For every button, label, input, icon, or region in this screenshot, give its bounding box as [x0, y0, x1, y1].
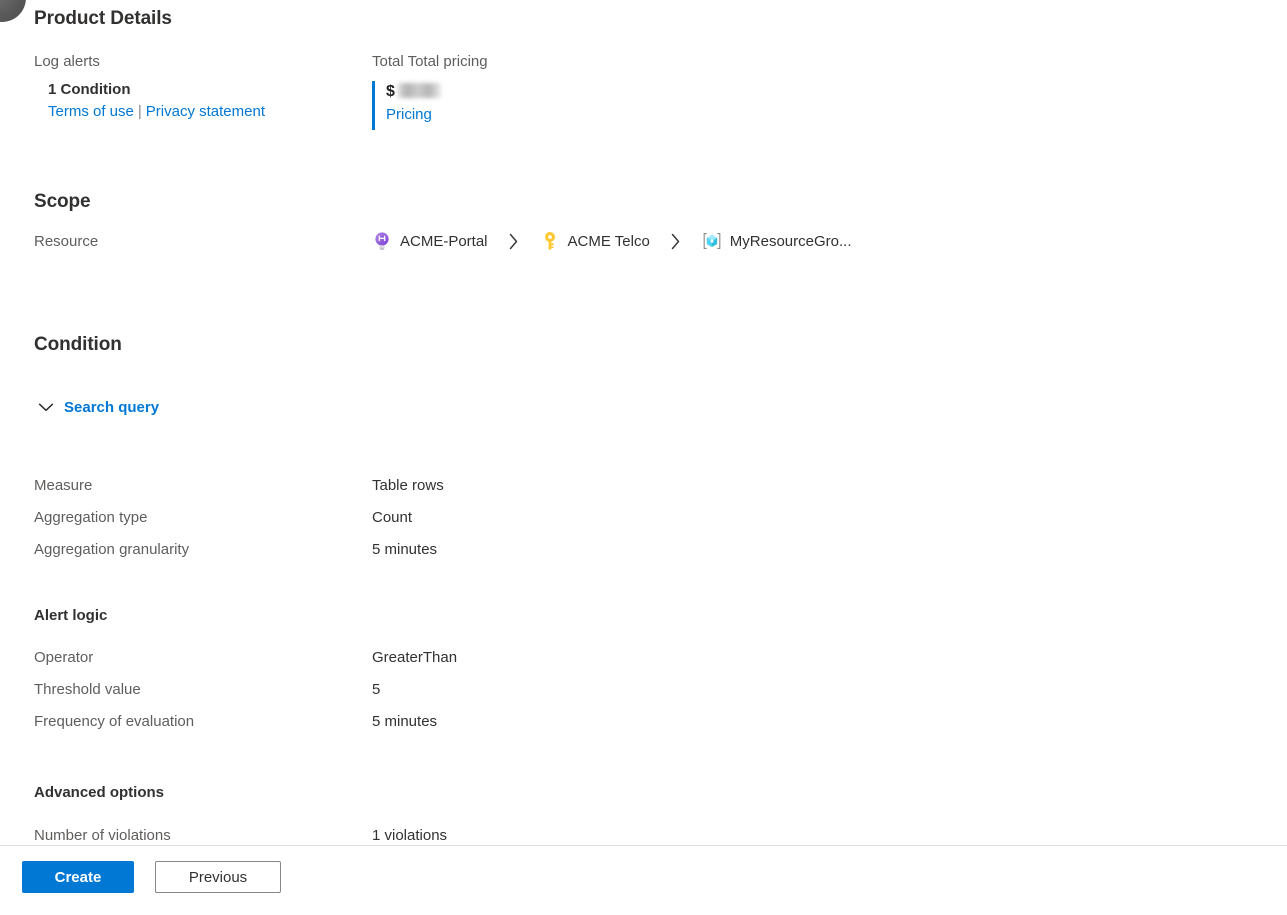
directory-icon	[372, 230, 392, 252]
pricing-callout: $ Pricing	[372, 81, 441, 131]
breadcrumb-label: ACME Telco	[567, 232, 650, 250]
detail-row: Threshold value 5	[34, 674, 1253, 706]
chevron-right-icon	[488, 232, 540, 251]
total-pricing-label: Total Total pricing	[372, 53, 488, 70]
product-details-heading: Product Details	[34, 8, 172, 29]
condition-count-value: 1 Condition	[48, 81, 131, 99]
detail-value: Count	[372, 509, 413, 526]
key-icon	[540, 230, 560, 252]
breadcrumb-item-resource-group[interactable]: MyResourceGro...	[702, 230, 852, 252]
chevron-right-icon	[650, 232, 702, 251]
wizard-footer: Create Previous	[0, 845, 1287, 915]
detail-value: 1 violations	[372, 827, 448, 844]
detail-key: Aggregation granularity	[34, 541, 190, 558]
detail-key: Threshold value	[34, 681, 141, 698]
product-details-right-column: Total Total pricing $ Pricing	[372, 52, 712, 131]
scope-heading: Scope	[34, 191, 91, 212]
detail-value: 5 minutes	[372, 541, 438, 558]
terms-of-use-link[interactable]: Terms of use	[48, 103, 134, 120]
advanced-options-heading: Advanced options	[34, 784, 165, 801]
detail-key: Measure	[34, 477, 93, 494]
detail-row: Aggregation type Count	[34, 502, 1253, 534]
legal-links: Terms of use | Privacy statement	[48, 103, 364, 121]
alert-logic-list: Operator GreaterThan Threshold value 5 F…	[34, 642, 1253, 738]
breadcrumb-label: MyResourceGro...	[729, 232, 852, 250]
detail-row: Frequency of evaluation 5 minutes	[34, 706, 1253, 738]
log-alerts-label: Log alerts	[34, 53, 100, 70]
previous-button[interactable]: Previous	[155, 861, 281, 893]
advanced-options-list: Number of violations 1 violations	[34, 820, 1253, 845]
redacted-price-value	[396, 83, 441, 99]
detail-key: Frequency of evaluation	[34, 713, 195, 730]
search-query-label: Search query	[64, 399, 160, 416]
detail-value: GreaterThan	[372, 649, 458, 666]
alert-logic-heading: Alert logic	[34, 607, 108, 624]
detail-key: Aggregation type	[34, 509, 148, 526]
detail-key: Number of violations	[34, 827, 171, 844]
resource-group-icon	[702, 230, 722, 252]
create-button[interactable]: Create	[22, 861, 134, 893]
pricing-link[interactable]: Pricing	[386, 106, 432, 123]
currency-symbol: $	[386, 83, 395, 101]
links-separator: |	[137, 103, 142, 121]
privacy-statement-link[interactable]: Privacy statement	[146, 103, 265, 120]
breadcrumb-item-subscription[interactable]: ACME Telco	[540, 230, 650, 252]
detail-key: Operator	[34, 649, 94, 666]
detail-row: Measure Table rows	[34, 470, 1253, 502]
detail-row: Operator GreaterThan	[34, 642, 1253, 674]
detail-value: 5 minutes	[372, 713, 438, 730]
breadcrumb-item-directory[interactable]: ACME-Portal	[372, 230, 488, 252]
price-amount-row: $	[386, 83, 441, 101]
review-create-pane: Product Details Log alerts 1 Condition T…	[0, 0, 1287, 845]
detail-row: Number of violations 1 violations	[34, 820, 1253, 845]
detail-value: 5	[372, 681, 381, 698]
search-query-toggle[interactable]: Search query	[38, 399, 159, 416]
product-details-left-column: Log alerts 1 Condition Terms of use | Priv…	[34, 52, 364, 121]
scope-breadcrumb: ACME-Portal ACME Telco MyResourceGro...	[372, 230, 852, 252]
chevron-down-icon	[38, 400, 54, 416]
footer-actions: Create Previous	[22, 861, 281, 893]
resource-label: Resource	[34, 233, 99, 250]
detail-row: Aggregation granularity 5 minutes	[34, 534, 1253, 566]
measure-details-list: Measure Table rows Aggregation type Coun…	[34, 470, 1253, 566]
detail-value: Table rows	[372, 477, 444, 494]
condition-heading: Condition	[34, 334, 122, 355]
breadcrumb-label: ACME-Portal	[400, 232, 488, 250]
scope-resource-row: Resource ACME-Portal ACME Telco MyResour…	[34, 230, 1287, 260]
